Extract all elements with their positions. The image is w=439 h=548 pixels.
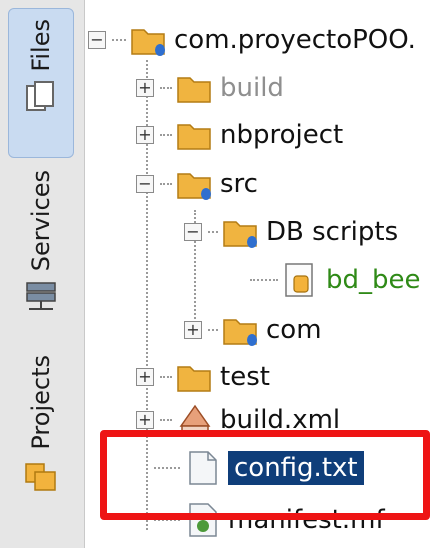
folder-icon xyxy=(177,366,211,392)
package-folder-icon xyxy=(131,29,165,56)
tree-row-db-scripts[interactable]: − DB scripts xyxy=(184,212,398,252)
tree-label-nbproject: nbproject xyxy=(220,120,344,150)
tree-label-root: com.proyectoPOO. xyxy=(174,25,416,55)
tree-row-bd-bee[interactable]: bd_bee xyxy=(250,260,421,300)
collapse-icon[interactable]: − xyxy=(136,175,154,193)
tree-label-build: build xyxy=(220,73,284,103)
package-folder-icon xyxy=(223,319,257,346)
tree-connector xyxy=(112,39,126,41)
collapse-icon[interactable]: − xyxy=(184,223,202,241)
sql-file-icon xyxy=(285,263,313,297)
tree-connector xyxy=(160,419,172,421)
expand-icon[interactable]: + xyxy=(136,126,154,144)
tree-label-src: src xyxy=(220,169,258,199)
collapse-icon[interactable]: − xyxy=(88,31,106,49)
tree-row-src[interactable]: − src xyxy=(136,164,258,204)
tree-label-test: test xyxy=(220,362,270,392)
expand-icon[interactable]: + xyxy=(136,411,154,429)
tree-row-nbproject[interactable]: + nbproject xyxy=(136,115,343,155)
tree-label-bd-bee: bd_bee xyxy=(326,265,421,295)
expand-icon[interactable]: + xyxy=(136,79,154,97)
folder-icon xyxy=(177,77,211,103)
files-tab[interactable]: Files xyxy=(8,8,74,158)
tree-connector xyxy=(160,87,172,89)
projects-tab[interactable]: Projects xyxy=(8,345,74,535)
tree-row-root[interactable]: − com.proyectoPOO. xyxy=(88,20,416,60)
expand-icon[interactable]: + xyxy=(136,368,154,386)
services-icon xyxy=(26,282,56,311)
tree-connector xyxy=(250,279,278,281)
tree-connector xyxy=(208,231,218,233)
tree-connector xyxy=(208,329,218,331)
expand-icon[interactable]: + xyxy=(184,321,202,339)
files-icon xyxy=(26,80,54,111)
side-tab-bar: Files Services Projects xyxy=(0,0,85,548)
highlight-box xyxy=(100,430,430,520)
projects-icon xyxy=(25,462,56,491)
services-tab-label: Services xyxy=(27,170,55,272)
tree-connector xyxy=(160,376,172,378)
tree-row-build[interactable]: + build xyxy=(136,68,284,108)
tree-row-test[interactable]: + test xyxy=(136,357,270,397)
services-tab[interactable]: Services xyxy=(8,160,74,335)
files-tab-label: Files xyxy=(27,19,55,72)
projects-tab-label: Projects xyxy=(27,355,55,450)
tree-label-com: com xyxy=(266,315,322,345)
tree-row-com[interactable]: + com xyxy=(184,310,322,350)
package-folder-icon xyxy=(223,221,257,248)
folder-icon xyxy=(177,124,211,150)
package-folder-icon xyxy=(177,173,211,200)
tree-label-db-scripts: DB scripts xyxy=(266,217,399,247)
tree-connector xyxy=(160,134,172,136)
tree-connector xyxy=(160,183,172,185)
